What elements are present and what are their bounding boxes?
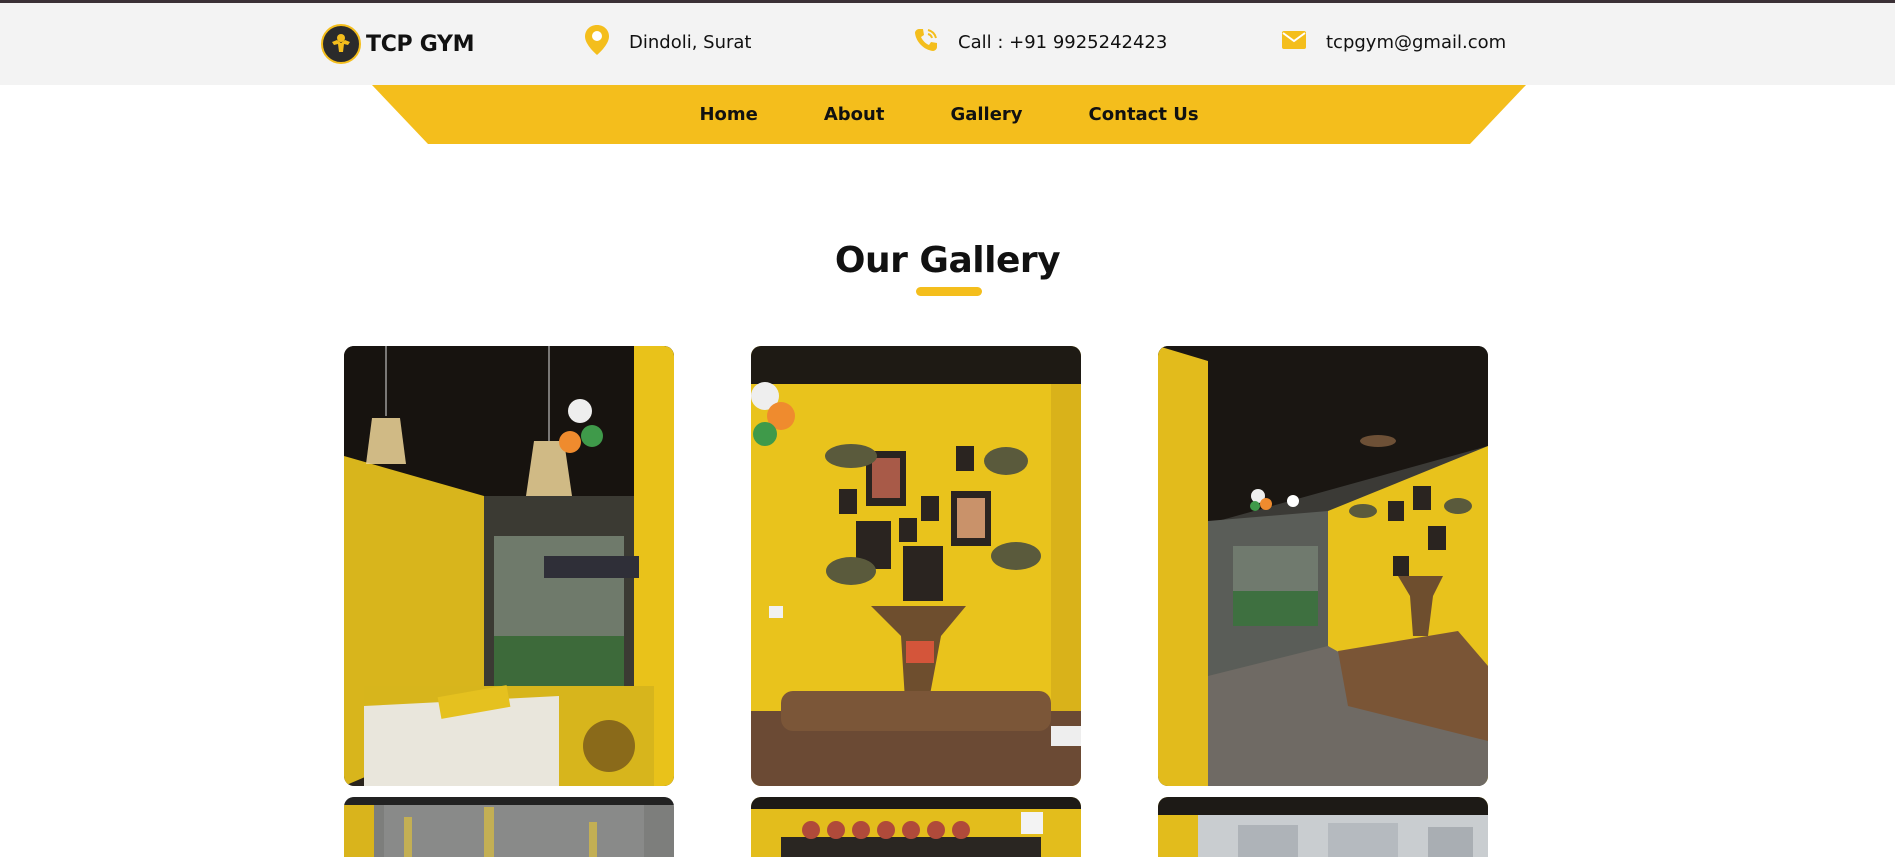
title-underline [916,287,982,296]
mail-icon [1281,29,1307,55]
email-text: tcpgym@gmail.com [1326,31,1507,53]
nav-about[interactable]: About [824,104,885,125]
brand[interactable]: TCP GYM [321,24,475,64]
location-text: Dindoli, Surat [629,31,752,53]
phone-icon [913,27,939,57]
email-info[interactable]: tcpgym@gmail.com [1281,26,1506,58]
gallery-image-5[interactable] [751,797,1081,857]
dumbbell-logo-icon [321,24,361,64]
page-title: Our Gallery [834,240,1061,281]
gallery-image-1[interactable] [344,346,674,786]
gallery-image-6[interactable] [1158,797,1488,857]
nav-gallery[interactable]: Gallery [950,104,1022,125]
location-info: Dindoli, Surat [584,24,752,60]
phone-info[interactable]: Call : +91 9925242423 [913,26,1167,58]
gallery-image-4[interactable] [344,797,674,857]
brand-name: TCP GYM [366,31,475,57]
map-pin-icon [584,24,610,60]
gallery-image-2[interactable] [751,346,1081,786]
main-nav: Home About Gallery Contact Us [372,85,1526,144]
phone-text: Call : +91 9925242423 [958,31,1168,53]
gallery-heading: Our Gallery [0,240,1895,281]
nav-home[interactable]: Home [699,104,757,125]
gallery-image-3[interactable] [1158,346,1488,786]
nav-contact-us[interactable]: Contact Us [1089,104,1199,125]
